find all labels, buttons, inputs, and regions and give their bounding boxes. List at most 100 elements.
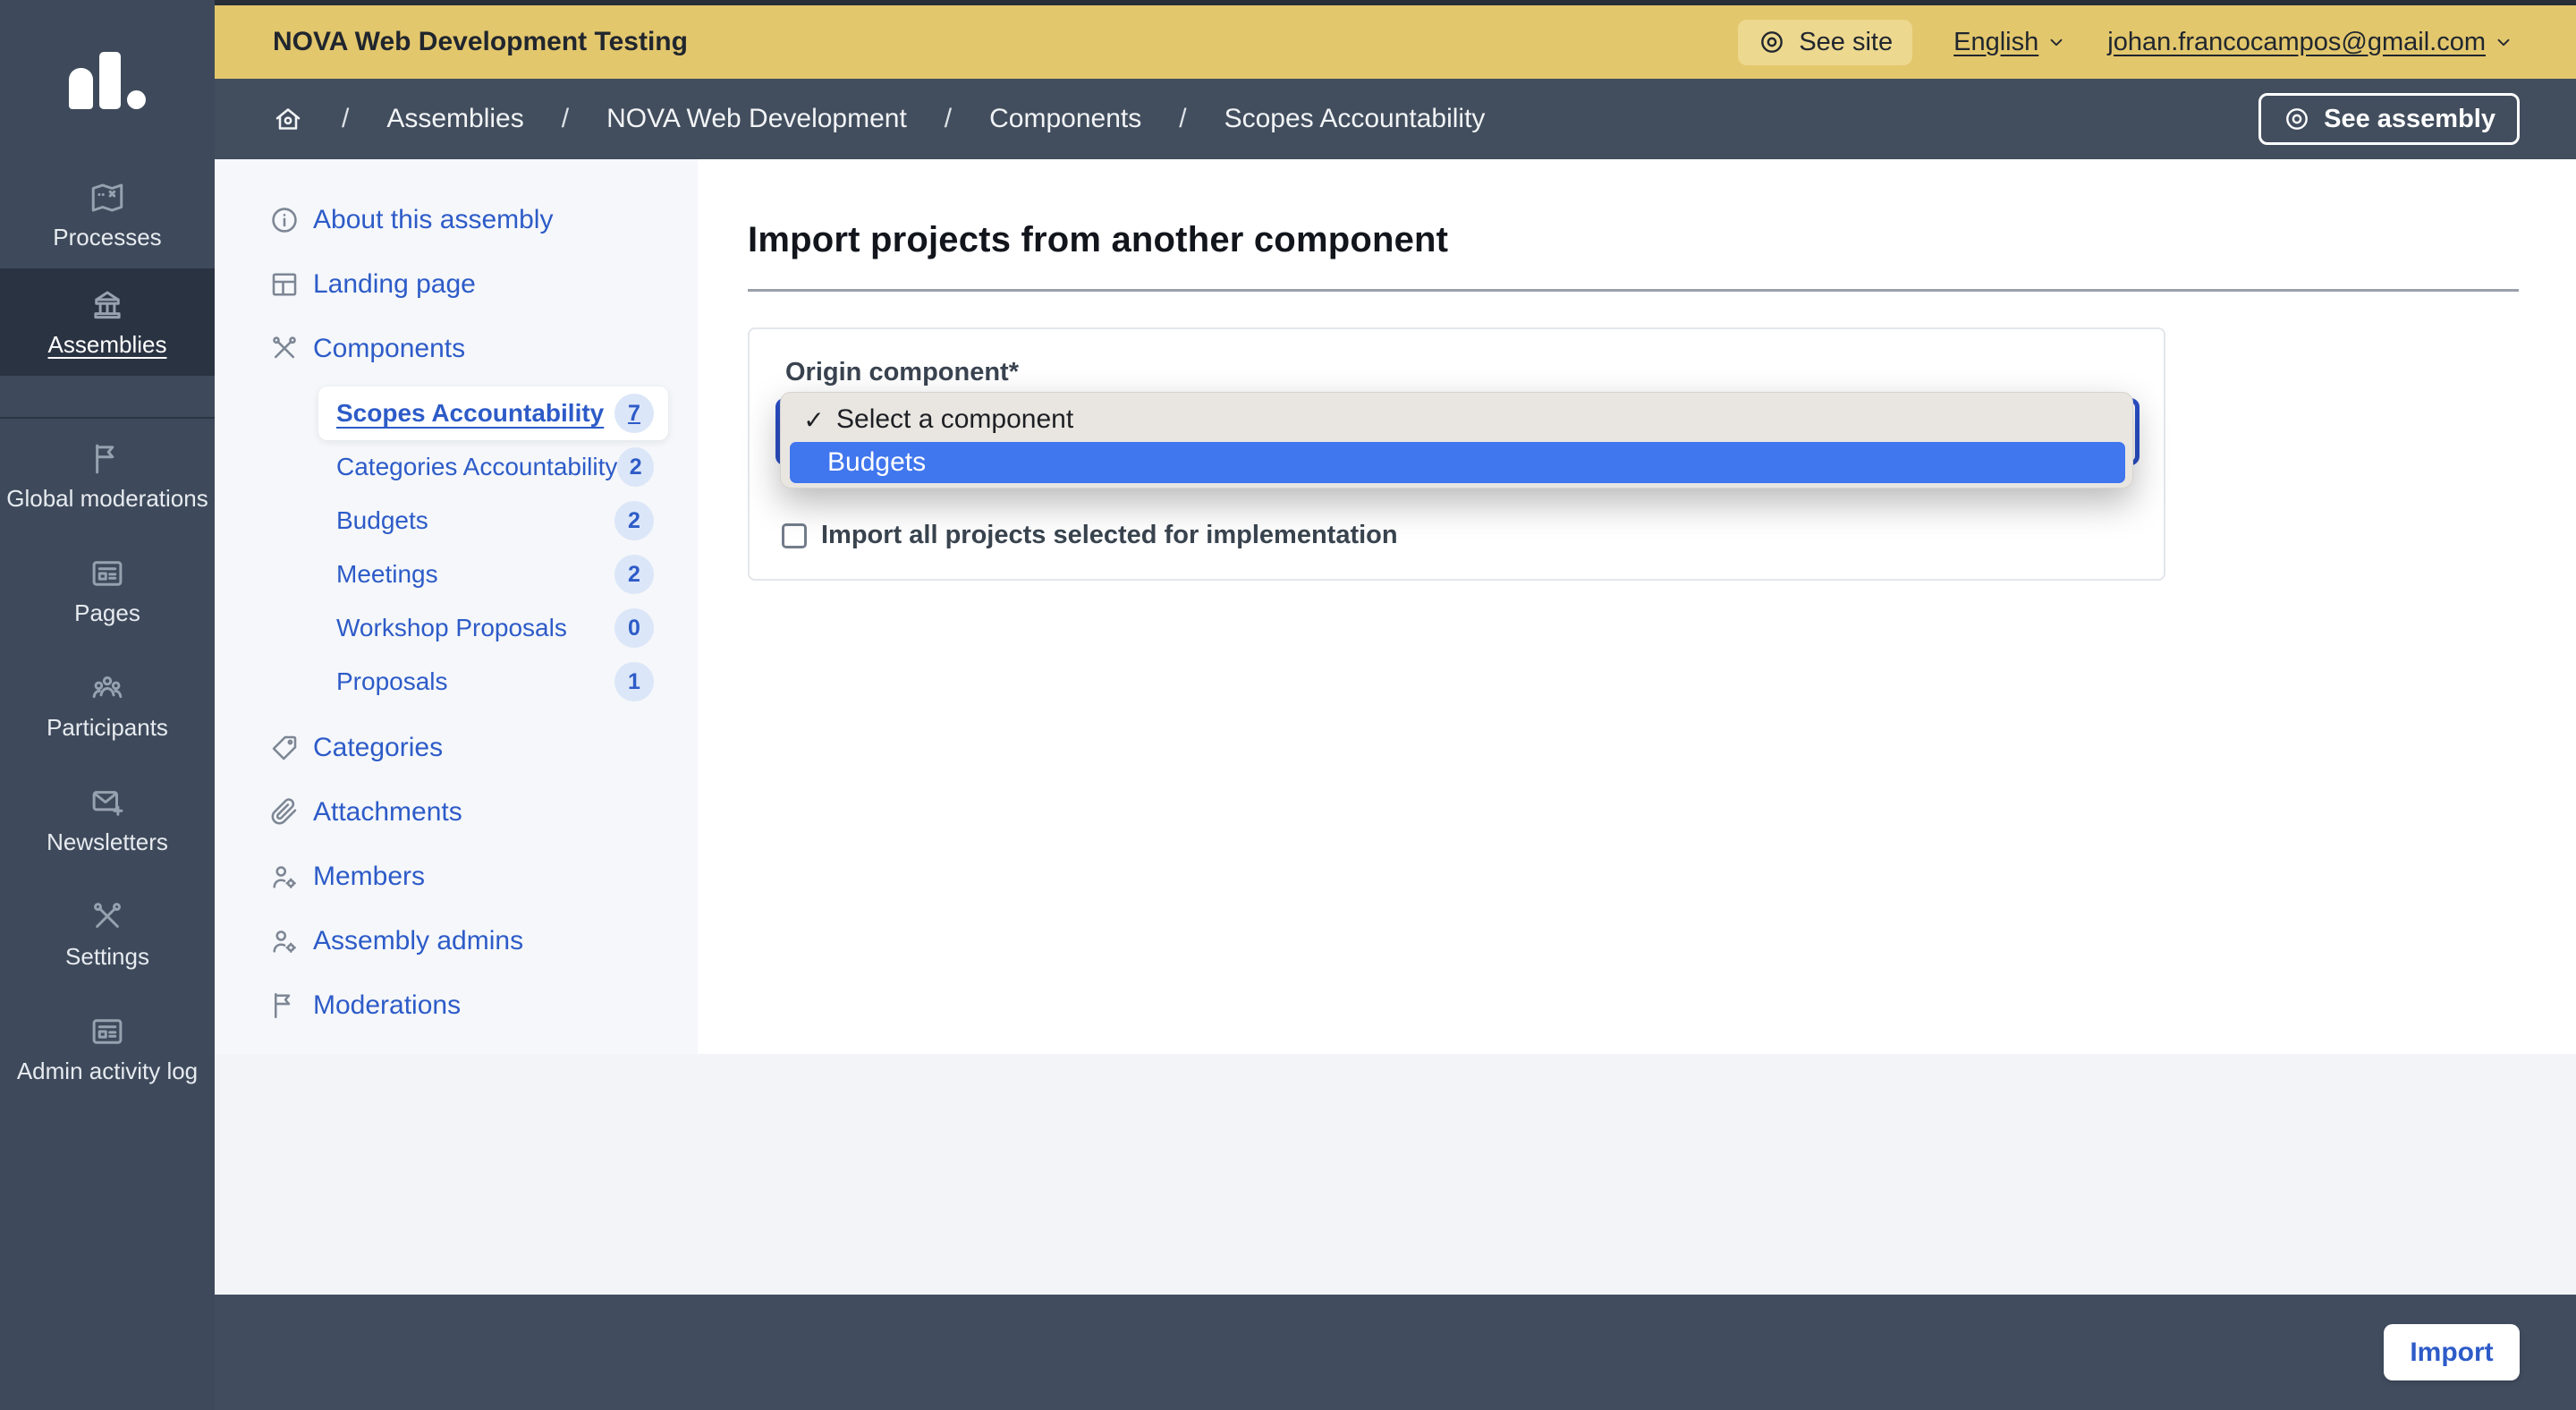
components-sub-list: Scopes Accountability 7 Categories Accou… <box>215 386 698 709</box>
nav-subitem-workshop-proposals[interactable]: Workshop Proposals 0 <box>318 601 668 655</box>
flag-icon <box>268 990 301 1022</box>
sidebar-item-processes[interactable]: Processes <box>0 161 215 268</box>
see-site-button[interactable]: See site <box>1738 20 1912 65</box>
sidebar-item-label: Settings <box>65 944 149 970</box>
import-button[interactable]: Import <box>2384 1324 2520 1380</box>
nav-subitem-budgets[interactable]: Budgets 2 <box>318 494 668 548</box>
eye-circle-icon <box>2283 105 2311 133</box>
nav-subitem-label: Proposals <box>336 667 448 696</box>
nav-item-label: Categories <box>313 733 443 763</box>
nav-item-label: Attachments <box>313 797 462 828</box>
dropdown-option-budgets[interactable]: Budgets <box>790 442 2125 483</box>
see-site-label: See site <box>1799 28 1893 57</box>
nav-item-label: Assembly admins <box>313 926 523 956</box>
logo-bar <box>99 52 121 109</box>
nav-item-label: Landing page <box>313 269 476 300</box>
nav-item-label: Moderations <box>313 990 461 1021</box>
home-icon[interactable] <box>272 103 304 135</box>
sidebar-divider <box>0 376 215 419</box>
map-icon <box>89 179 126 217</box>
origin-component-label: Origin component* <box>785 358 1019 387</box>
checkmark-icon: ✓ <box>801 405 827 435</box>
decidim-logo-mark <box>69 52 146 109</box>
nav-subitem-categories-accountability[interactable]: Categories Accountability 2 <box>318 440 668 494</box>
sidebar-item-pages[interactable]: Pages <box>0 533 215 648</box>
breadcrumb-item-assemblies[interactable]: Assemblies <box>386 104 523 134</box>
import-all-checkbox-row[interactable]: Import all projects selected for impleme… <box>782 521 1398 550</box>
logo-bar <box>69 68 93 109</box>
sidebar-item-label: Pages <box>74 600 140 626</box>
nav-subitem-meetings[interactable]: Meetings 2 <box>318 548 668 601</box>
count-badge: 1 <box>614 662 654 701</box>
decidim-logo[interactable] <box>0 0 215 161</box>
logo-dot <box>127 90 146 109</box>
import-form-card: Origin component* ✓ Select a component B… <box>748 327 2165 581</box>
dropdown-option-label: Select a component <box>836 404 1073 435</box>
nav-subitem-scopes-accountability[interactable]: Scopes Accountability 7 <box>318 386 668 440</box>
nav-item-components[interactable]: Components <box>215 317 698 381</box>
nav-subitem-label: Scopes Accountability <box>336 399 604 428</box>
breadcrumb-item-components[interactable]: Components <box>989 104 1141 134</box>
import-all-checkbox[interactable] <box>782 523 807 548</box>
dropdown-option-label: Budgets <box>827 447 926 478</box>
dropdown-option-select-a-component[interactable]: ✓ Select a component <box>781 399 2132 440</box>
count-badge: 2 <box>617 447 654 487</box>
sidebar-item-admin-activity-log[interactable]: Admin activity log <box>0 991 215 1106</box>
nav-subitem-proposals[interactable]: Proposals 1 <box>318 655 668 709</box>
origin-component-dropdown-menu: ✓ Select a component Budgets <box>780 392 2133 488</box>
nav-subitem-label: Workshop Proposals <box>336 614 567 642</box>
assembly-nav: About this assembly Landing page Compone… <box>215 159 698 1054</box>
admin-sidebar: Processes Assemblies Global moderations … <box>0 0 215 1410</box>
sidebar-item-participants[interactable]: Participants <box>0 648 215 762</box>
nav-item-label: Components <box>313 334 465 364</box>
sidebar-item-label: Processes <box>53 225 161 251</box>
nav-item-label: About this assembly <box>313 205 553 235</box>
tools-icon <box>268 333 301 365</box>
count-badge: 2 <box>614 555 654 594</box>
see-assembly-label: See assembly <box>2324 105 2496 134</box>
form-footer: Import <box>215 1295 2576 1410</box>
user-menu[interactable]: johan.francocampos@gmail.com <box>2107 28 2513 57</box>
nav-subitem-label: Meetings <box>336 560 438 589</box>
breadcrumb-separator: / <box>1179 104 1186 134</box>
flag-icon <box>89 440 126 478</box>
sidebar-item-global-moderations[interactable]: Global moderations <box>0 419 215 533</box>
user-email: johan.francocampos@gmail.com <box>2107 28 2486 57</box>
topbar-actions: See site English johan.francocampos@gmai… <box>1738 20 2513 65</box>
sidebar-item-assemblies[interactable]: Assemblies <box>0 268 215 376</box>
user-gear-icon <box>268 861 301 893</box>
import-all-checkbox-label: Import all projects selected for impleme… <box>821 521 1398 550</box>
language-selector[interactable]: English <box>1953 28 2066 57</box>
nav-item-landing-page[interactable]: Landing page <box>215 252 698 317</box>
nav-item-members[interactable]: Members <box>215 845 698 909</box>
count-badge: 7 <box>614 394 654 433</box>
grid-icon <box>268 268 301 301</box>
nav-item-about-assembly[interactable]: About this assembly <box>215 188 698 252</box>
nav-item-categories[interactable]: Categories <box>215 716 698 780</box>
newspaper-icon <box>89 555 126 592</box>
nav-item-attachments[interactable]: Attachments <box>215 780 698 845</box>
breadcrumb-item-assembly[interactable]: NOVA Web Development <box>606 104 907 134</box>
count-badge: 0 <box>614 608 654 648</box>
organization-title: NOVA Web Development Testing <box>273 27 688 57</box>
sidebar-item-newsletters[interactable]: Newsletters <box>0 762 215 877</box>
newspaper-icon <box>89 1013 126 1050</box>
organization-topbar: NOVA Web Development Testing See site En… <box>215 5 2576 79</box>
see-assembly-button[interactable]: See assembly <box>2258 93 2520 145</box>
nav-item-moderations[interactable]: Moderations <box>215 973 698 1038</box>
eye-circle-icon <box>1758 28 1786 56</box>
tools-icon <box>89 898 126 936</box>
nav-subitem-label: Budgets <box>336 506 428 535</box>
sidebar-item-label: Admin activity log <box>17 1058 198 1084</box>
breadcrumb-separator: / <box>945 104 952 134</box>
nav-subitem-label: Categories Accountability <box>336 453 617 481</box>
page-title: Import projects from another component <box>748 220 2519 260</box>
sidebar-item-settings[interactable]: Settings <box>0 877 215 991</box>
nav-item-assembly-admins[interactable]: Assembly admins <box>215 909 698 973</box>
sidebar-item-label: Participants <box>47 715 168 741</box>
paperclip-icon <box>268 796 301 828</box>
title-divider <box>748 289 2519 292</box>
sidebar-item-label: Newsletters <box>47 829 168 855</box>
breadcrumb-separator: / <box>562 104 569 134</box>
mail-plus-icon <box>89 784 126 821</box>
